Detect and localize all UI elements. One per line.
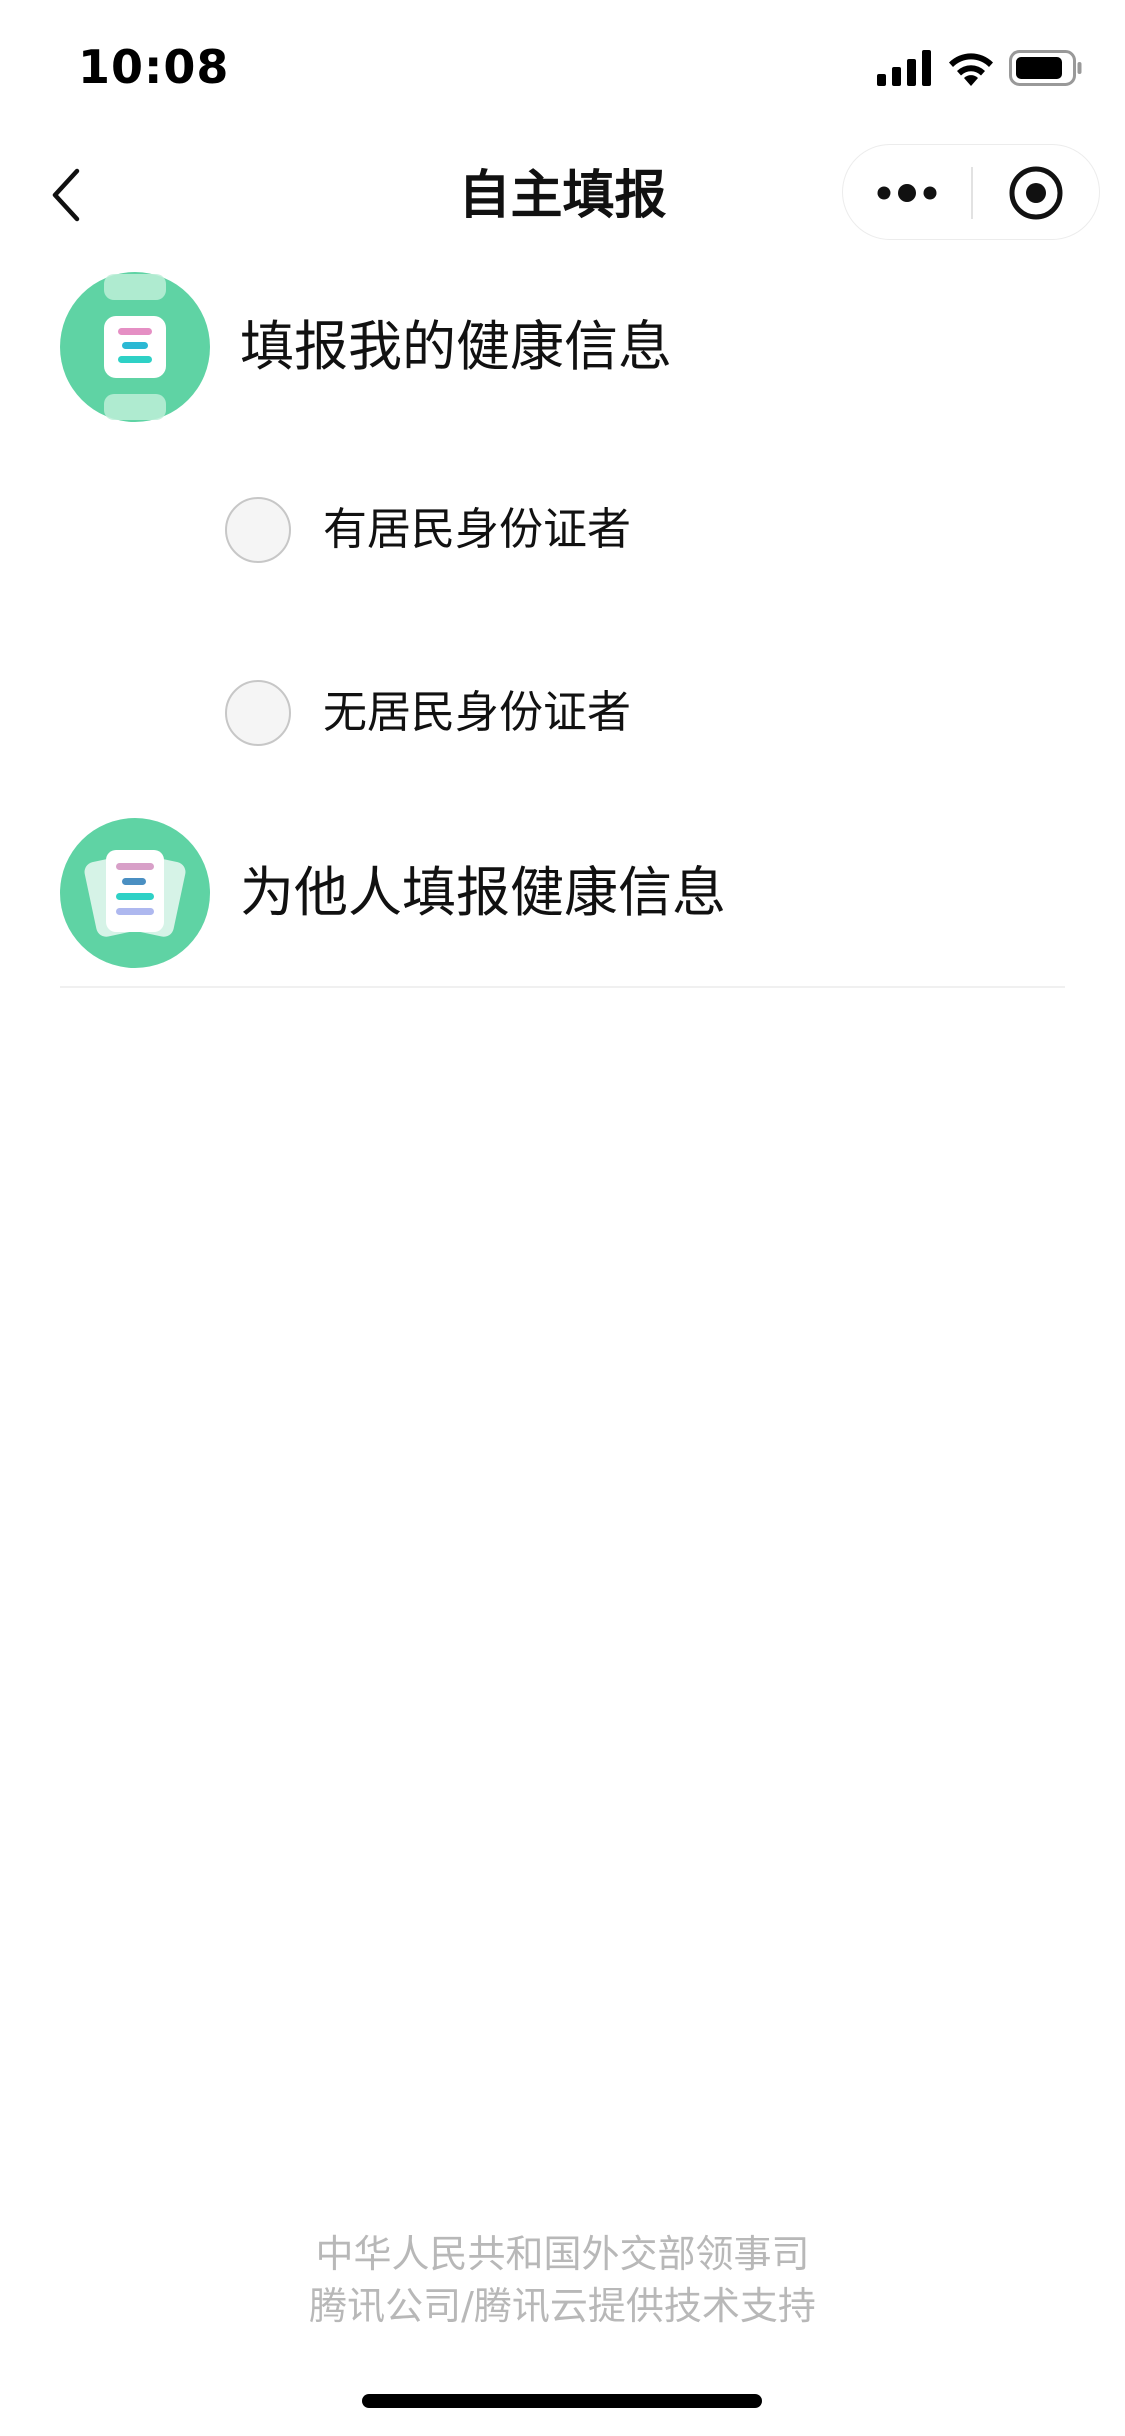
more-button[interactable] (843, 145, 971, 241)
section-divider (60, 986, 1065, 988)
signal-icon (877, 50, 931, 86)
footer: 中华人民共和国外交部领事司 腾讯公司/腾讯云提供技术支持 (0, 2228, 1125, 2332)
nav-bar: 自主填报 (0, 132, 1125, 260)
option-with-id-card[interactable]: 有居民身份证者 (225, 490, 925, 570)
option-label-without-id-card: 无居民身份证者 (323, 687, 631, 738)
home-indicator[interactable] (362, 2394, 762, 2408)
others-report-label: 为他人填报健康信息 (240, 861, 726, 924)
radio-without-id-card[interactable] (225, 680, 291, 746)
others-report-section[interactable]: 为他人填报健康信息 (0, 818, 1125, 978)
self-report-section[interactable]: 填报我的健康信息 (0, 272, 1125, 432)
close-button[interactable] (973, 145, 1099, 241)
radio-with-id-card[interactable] (225, 497, 291, 563)
option-without-id-card[interactable]: 无居民身份证者 (225, 673, 925, 753)
health-card-icon (60, 272, 210, 422)
more-dots-icon (877, 184, 937, 202)
miniprogram-capsule (842, 144, 1100, 240)
status-icons (877, 48, 1083, 88)
status-time: 10:08 (78, 40, 230, 94)
status-bar: 10:08 (0, 0, 1125, 132)
option-label-with-id-card: 有居民身份证者 (323, 504, 631, 555)
footer-line-1: 中华人民共和国外交部领事司 (315, 2232, 810, 2276)
wifi-icon (949, 53, 993, 86)
footer-line-2: 腾讯公司/腾讯云提供技术支持 (309, 2284, 816, 2328)
target-close-icon (1009, 166, 1063, 220)
cards-stack-icon (60, 818, 210, 968)
battery-icon (1009, 50, 1082, 86)
self-report-label: 填报我的健康信息 (240, 315, 672, 378)
